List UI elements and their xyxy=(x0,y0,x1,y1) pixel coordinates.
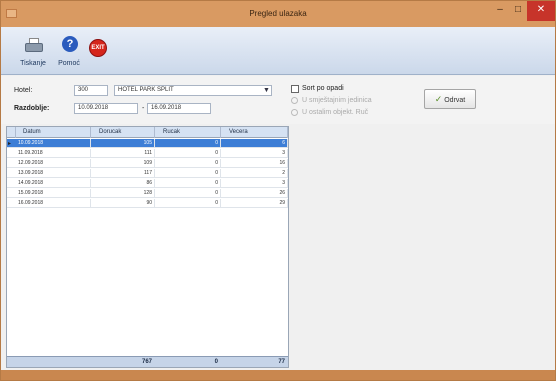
cell-dorucak: 86 xyxy=(91,179,155,188)
cell-dorucak: 117 xyxy=(91,169,155,178)
radio-accommodation[interactable] xyxy=(291,97,298,104)
hotel-code-input[interactable]: 300 xyxy=(74,85,108,96)
hotel-label: Hotel: xyxy=(14,87,33,94)
print-button[interactable]: Tiskanje xyxy=(16,30,50,72)
column-header-dorucak[interactable]: Dorucak xyxy=(91,127,155,138)
exit-button[interactable]: EXIT xyxy=(89,30,123,72)
data-grid[interactable]: Datum Dorucak Rucak Vecera ▸ 10.09.2018 … xyxy=(6,126,289,368)
window-title: Pregled ulazaka xyxy=(249,9,307,18)
row-indicator-icon: ▸ xyxy=(8,141,12,147)
radio-accommodation-label: U smještajnim jedinica xyxy=(302,97,372,104)
filter-icon: ✓ xyxy=(434,94,443,104)
cell-vecera: 16 xyxy=(221,159,288,168)
cell-vecera: 6 xyxy=(221,139,288,148)
radio-other-objects-label: U ostalim objekt. Ruč xyxy=(302,109,369,116)
cell-datum: 13.09.2018 xyxy=(15,169,91,178)
help-button[interactable]: ? Pomoć xyxy=(52,30,86,72)
cell-rucak: 0 xyxy=(155,169,221,178)
title-bar[interactable]: Pregled ulazaka – □ ✕ xyxy=(1,1,555,27)
date-from-input[interactable]: 10.09.2018 xyxy=(74,103,138,114)
close-button[interactable]: ✕ xyxy=(527,1,555,21)
toolbar: Tiskanje ? Pomoć EXIT xyxy=(1,27,555,75)
total-rucak: 0 xyxy=(214,359,218,365)
exit-icon: EXIT xyxy=(89,39,107,57)
cell-vecera: 29 xyxy=(221,199,288,208)
table-row[interactable]: 13.09.2018 117 0 2 xyxy=(7,169,288,178)
table-row[interactable]: 14.09.2018 86 0 3 xyxy=(7,179,288,188)
cell-vecera: 26 xyxy=(221,189,288,198)
total-vecera: 77 xyxy=(278,359,285,365)
cell-rucak: 0 xyxy=(155,189,221,198)
table-row[interactable]: 12.09.2018 109 0 16 xyxy=(7,159,288,168)
printer-icon xyxy=(25,38,43,52)
help-icon: ? xyxy=(62,36,78,52)
cell-rucak: 0 xyxy=(155,139,221,148)
maximize-button[interactable]: □ xyxy=(509,1,527,21)
help-label: Pomoć xyxy=(58,60,80,67)
status-bar xyxy=(1,370,555,380)
grid-header: Datum Dorucak Rucak Vecera xyxy=(7,127,288,138)
cell-vecera: 2 xyxy=(221,169,288,178)
cell-datum: 16.09.2018 xyxy=(15,199,91,208)
grid-totals-row: 767 0 77 xyxy=(7,356,288,367)
table-row[interactable]: ▸ 10.09.2018 105 0 6 xyxy=(7,139,288,148)
cell-dorucak: 128 xyxy=(91,189,155,198)
cell-dorucak: 109 xyxy=(91,159,155,168)
app-window: Pregled ulazaka – □ ✕ Tiskanje ? Pomoć E… xyxy=(0,0,556,381)
total-dorucak: 767 xyxy=(141,359,152,365)
date-to-input[interactable]: 16.09.2018 xyxy=(147,103,211,114)
cell-dorucak: 111 xyxy=(91,149,155,158)
cell-datum: 14.09.2018 xyxy=(15,179,91,188)
cell-rucak: 0 xyxy=(155,149,221,158)
period-label: Razdoblje: xyxy=(14,105,50,112)
cell-dorucak: 90 xyxy=(91,199,155,208)
cell-vecera: 3 xyxy=(221,179,288,188)
hotel-select[interactable]: HOTEL PARK SPLIT xyxy=(114,85,272,96)
column-header-rucak[interactable]: Rucak xyxy=(155,127,221,138)
minimize-button[interactable]: – xyxy=(491,1,509,21)
date-separator: - xyxy=(142,105,145,112)
cell-rucak: 0 xyxy=(155,159,221,168)
cell-dorucak: 105 xyxy=(91,139,155,148)
cell-rucak: 0 xyxy=(155,179,221,188)
chevron-down-icon[interactable]: ▼ xyxy=(261,85,272,96)
table-row[interactable]: 15.09.2018 128 0 26 xyxy=(7,189,288,198)
sort-label: Sort po opadi xyxy=(302,85,344,92)
table-row[interactable]: 16.09.2018 90 0 29 xyxy=(7,199,288,208)
table-row[interactable]: 11.09.2018 111 0 3 xyxy=(7,149,288,158)
cell-datum: 12.09.2018 xyxy=(15,159,91,168)
filter-button-label: Odrvat xyxy=(444,97,466,104)
filter-button[interactable]: ✓ Odrvat xyxy=(424,89,476,109)
cell-datum: 15.09.2018 xyxy=(15,189,91,198)
print-label: Tiskanje xyxy=(20,60,46,67)
column-header-datum[interactable]: Datum xyxy=(15,127,91,138)
cell-datum: 10.09.2018 xyxy=(15,139,91,148)
cell-vecera: 3 xyxy=(221,149,288,158)
cell-rucak: 0 xyxy=(155,199,221,208)
column-header-vecera[interactable]: Vecera xyxy=(221,127,288,138)
radio-other-objects[interactable] xyxy=(291,109,298,116)
sort-checkbox[interactable] xyxy=(291,85,299,93)
cell-datum: 11.09.2018 xyxy=(15,149,91,158)
